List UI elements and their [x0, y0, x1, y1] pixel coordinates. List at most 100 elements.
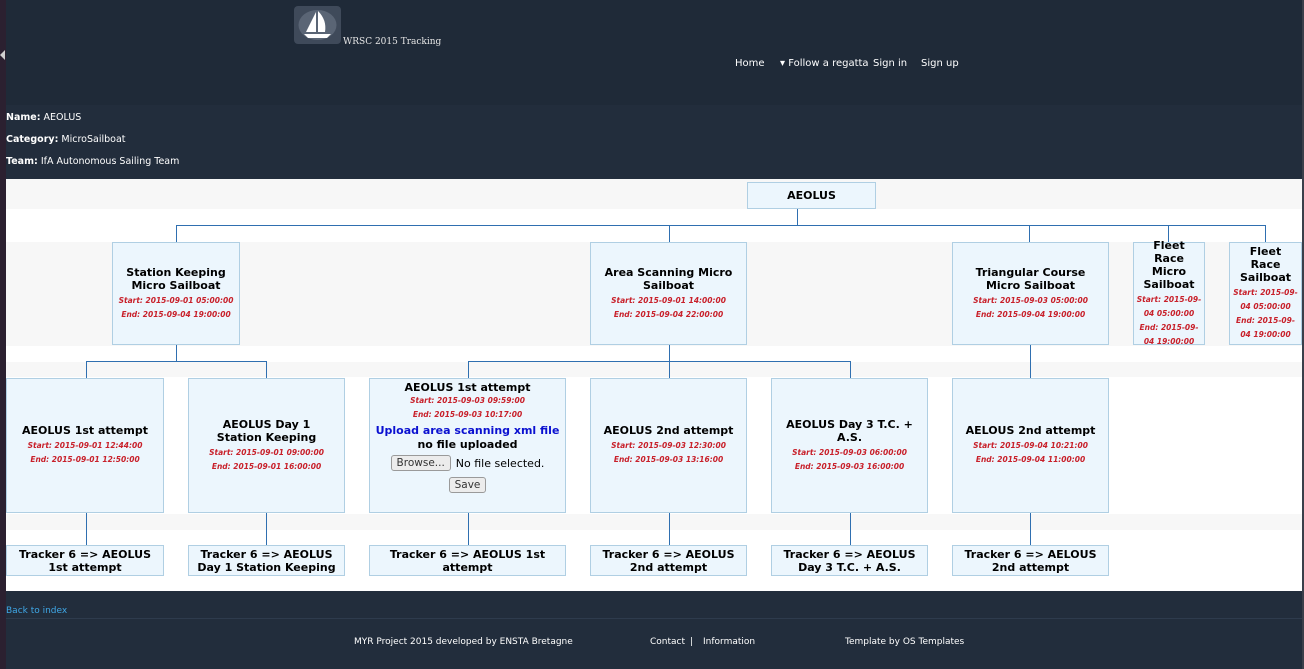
- attempt-node[interactable]: AEOLUS Day 1 Station Keeping Start: 2015…: [188, 378, 345, 513]
- tracker-node[interactable]: Tracker 6 => AEOLUS 2nd attempt: [590, 545, 747, 576]
- file-input[interactable]: Browse... No file selected.: [390, 455, 544, 471]
- site-header: WRSC 2015 Tracking Home ▾ Follow a regat…: [6, 0, 1302, 105]
- race-node[interactable]: Fleet Race Micro Sailboat Start: 2015-09…: [1133, 238, 1205, 346]
- tracker-label: Tracker 6 => AEOLUS Day 3 T.C. + A.S.: [783, 547, 916, 574]
- browse-button[interactable]: Browse...: [390, 455, 451, 471]
- tracker-label: Tracker 6 => AEOLUS 2nd attempt: [602, 547, 735, 574]
- collapse-arrow-icon[interactable]: [0, 50, 5, 60]
- race-node[interactable]: Triangular Course Micro Sailboat Start: …: [952, 242, 1109, 345]
- connector: [86, 361, 87, 378]
- boat-category: MicroSailboat: [61, 134, 126, 145]
- tracker-node[interactable]: Tracker 6 => AEOLUS Day 3 T.C. + A.S.: [771, 545, 928, 576]
- node-title: AEOLUS 1st attempt: [22, 424, 148, 437]
- connector: [468, 512, 469, 545]
- connector: [86, 361, 266, 362]
- node-title: Station Keeping Micro Sailboat: [126, 265, 226, 292]
- connector: [850, 361, 851, 378]
- attempt-node[interactable]: AEOLUS 2nd attempt Start: 2015-09-03 12:…: [590, 378, 747, 513]
- start-date: Start: 2015-09-04 10:21:00: [973, 441, 1088, 450]
- start-date: Start: 2015-09-03 09:59:00: [410, 396, 525, 405]
- node-title: AEOLUS 1st attempt: [404, 381, 531, 394]
- connector: [176, 225, 1265, 226]
- node-title: Fleet Race Sailboat: [1240, 245, 1291, 284]
- end-date: End: 2015-09-04 19:00:00: [1236, 316, 1295, 339]
- start-date: Start: 2015-09-04 05:00:00: [1136, 294, 1202, 318]
- nav-sign-in[interactable]: Sign in: [873, 58, 907, 69]
- tracker-node[interactable]: Tracker 6 => AEOLUS 1st attempt: [369, 545, 566, 576]
- attempt-node[interactable]: AEOLUS Day 3 T.C. + A.S. Start: 2015-09-…: [771, 378, 928, 513]
- end-date: End: 2015-09-01 16:00:00: [211, 461, 322, 471]
- end-date: End: 2015-09-04 22:00:00: [613, 309, 724, 319]
- footer-separator: |: [690, 637, 694, 647]
- boat-name: AEOLUS: [43, 112, 82, 123]
- nav-sign-up[interactable]: Sign up: [921, 58, 959, 69]
- tree-root-node[interactable]: AEOLUS: [747, 182, 876, 209]
- tracker-node[interactable]: Tracker 6 => AEOLUS 1st attempt: [6, 545, 164, 576]
- site-title[interactable]: WRSC 2015 Tracking: [343, 37, 441, 47]
- boat-category-row: Category: MicroSailboat: [6, 134, 126, 145]
- connector: [1030, 512, 1031, 545]
- start-date: Start: 2015-09-03 12:30:00: [611, 441, 726, 450]
- upload-xml-link[interactable]: Upload area scanning xml file: [376, 424, 560, 438]
- connector: [797, 209, 798, 225]
- footer-divider: [6, 618, 1302, 619]
- attempt-node[interactable]: AELOUS 2nd attempt Start: 2015-09-04 10:…: [952, 378, 1109, 513]
- node-title: AEOLUS Day 1 Station Keeping: [216, 417, 317, 444]
- start-date: Start: 2015-09-01 05:00:00: [118, 295, 234, 305]
- end-date: End: 2015-09-03 16:00:00: [794, 461, 905, 471]
- connector: [669, 344, 670, 361]
- connector: [266, 361, 267, 378]
- start-date: Start: 2015-09-01 14:00:00: [611, 295, 726, 305]
- tree-row-bg: [6, 514, 1302, 530]
- tracker-label: Tracker 6 => AELOUS 2nd attempt: [964, 547, 1097, 574]
- connector: [468, 361, 850, 362]
- connector: [176, 225, 177, 242]
- node-title: Fleet Race Micro Sailboat: [1143, 238, 1195, 291]
- tracker-label: Tracker 6 => AEOLUS 1st attempt: [19, 547, 151, 574]
- footer-template-credit[interactable]: Template by OS Templates: [845, 637, 964, 647]
- race-node[interactable]: Station Keeping Micro Sailboat Start: 20…: [112, 242, 240, 345]
- sailboat-logo-icon[interactable]: [294, 6, 341, 44]
- caret-down-icon: ▾: [780, 58, 786, 69]
- tracker-node[interactable]: Tracker 6 => AELOUS 2nd attempt: [952, 545, 1109, 576]
- boat-team: IfA Autonomous Sailing Team: [40, 156, 180, 167]
- end-date: End: 2015-09-04 19:00:00: [1139, 322, 1199, 346]
- connector: [669, 361, 670, 378]
- node-title: Triangular Course Micro Sailboat: [975, 265, 1086, 292]
- nav-follow-regatta[interactable]: ▾ Follow a regatta: [780, 58, 869, 69]
- node-title: Area Scanning Micro Sailboat: [604, 265, 733, 292]
- tracker-label: Tracker 6 => AEOLUS Day 1 Station Keepin…: [197, 547, 336, 574]
- node-title: AEOLUS: [787, 189, 836, 202]
- node-title: AEOLUS Day 3 T.C. + A.S.: [786, 417, 913, 444]
- attempt-node-upload[interactable]: AEOLUS 1st attempt Start: 2015-09-03 09:…: [369, 378, 566, 513]
- node-title: AEOLUS 2nd attempt: [603, 424, 734, 437]
- connector: [1265, 225, 1266, 242]
- footer-information-link[interactable]: Information: [703, 637, 755, 647]
- boat-name-row: Name: AEOLUS: [6, 112, 82, 123]
- connector: [669, 512, 670, 545]
- connector: [850, 512, 851, 545]
- tracker-label: Tracker 6 => AEOLUS 1st attempt: [389, 547, 546, 574]
- start-date: Start: 2015-09-03 05:00:00: [973, 295, 1088, 305]
- save-button[interactable]: Save: [448, 477, 487, 493]
- connector: [468, 361, 469, 378]
- connector: [669, 225, 670, 242]
- footer-credit: MYR Project 2015 developed by ENSTA Bret…: [354, 637, 573, 647]
- race-tree: AEOLUS Station Keeping Micro Sailboat St…: [6, 179, 1302, 591]
- attempt-node[interactable]: AEOLUS 1st attempt Start: 2015-09-01 12:…: [6, 378, 164, 513]
- end-date: End: 2015-09-04 19:00:00: [121, 309, 231, 319]
- end-date: End: 2015-09-04 19:00:00: [975, 309, 1086, 319]
- start-date: Start: 2015-09-01 12:44:00: [27, 441, 143, 450]
- start-date: Start: 2015-09-04 05:00:00: [1233, 288, 1298, 311]
- back-to-index-link[interactable]: Back to index: [6, 606, 67, 616]
- tracker-node[interactable]: Tracker 6 => AEOLUS Day 1 Station Keepin…: [188, 545, 345, 576]
- race-node[interactable]: Area Scanning Micro Sailboat Start: 2015…: [590, 242, 747, 345]
- connector: [266, 512, 267, 545]
- upload-status: no file uploaded: [417, 438, 518, 451]
- footer-contact-link[interactable]: Contact: [650, 637, 685, 647]
- boat-team-row: Team: IfA Autonomous Sailing Team: [6, 156, 180, 167]
- nav-home[interactable]: Home: [735, 58, 765, 69]
- race-node[interactable]: Fleet Race Sailboat Start: 2015-09-04 05…: [1229, 242, 1302, 345]
- start-date: Start: 2015-09-03 06:00:00: [792, 447, 907, 457]
- start-date: Start: 2015-09-01 09:00:00: [209, 447, 324, 457]
